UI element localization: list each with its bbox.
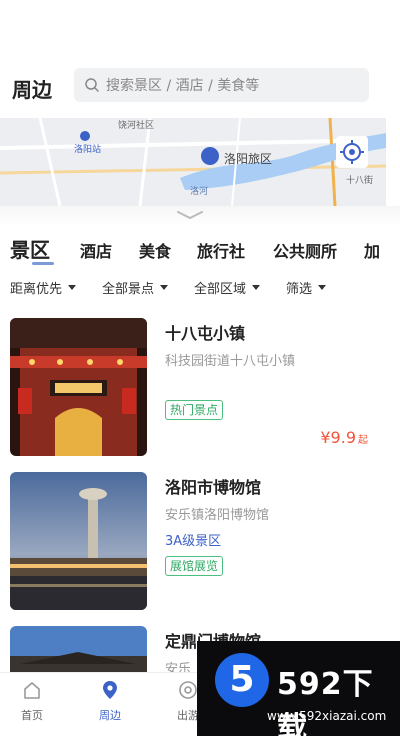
filter-area-label: 全部区域	[194, 282, 247, 297]
tab-travel-agency[interactable]: 旅行社	[197, 238, 245, 262]
filter-more[interactable]: 筛选	[286, 278, 327, 297]
location-icon	[103, 681, 117, 699]
map-label-district: 洛阳旅区	[224, 152, 273, 166]
item-title: 十八屯小镇	[165, 324, 246, 343]
tabbar-item-nearby[interactable]: 周边	[80, 679, 140, 723]
watermark-logo: 5 592下载 www.592xiazai.com	[197, 641, 400, 736]
page-title: 周边	[12, 78, 52, 102]
caret-down-icon	[68, 285, 77, 290]
item-tag: 热门景点	[165, 400, 224, 420]
map-label-road: 洛河	[190, 187, 209, 197]
map-label-station: 洛阳站	[74, 145, 102, 155]
map-label-community: 饶河社区	[118, 121, 155, 131]
search-input[interactable]: 搜索景区 / 酒店 / 美食等	[74, 68, 369, 102]
tab-more[interactable]: 加	[364, 238, 380, 262]
search-icon	[85, 78, 99, 92]
item-address: 科技园街道十八屯小镇	[165, 354, 296, 369]
item-price-suffix: 起	[358, 435, 368, 446]
item-price-value: ¥9.9	[320, 428, 356, 447]
tabbar-label: 周边	[99, 709, 121, 722]
filter-sort-label: 距离优先	[10, 282, 63, 297]
locate-icon	[340, 140, 364, 164]
item-price: ¥9.9 起	[320, 428, 368, 447]
item-tag: 展馆展览	[165, 556, 224, 576]
list-item[interactable]: 十八屯小镇 科技园街道十八屯小镇 热门景点 ¥9.9 起	[10, 318, 390, 458]
compass-icon	[179, 681, 197, 699]
tab-public-toilet[interactable]: 公共厕所	[273, 238, 337, 262]
search-placeholder: 搜索景区 / 酒店 / 美食等	[106, 78, 260, 94]
header: 周边 搜索景区 / 酒店 / 美食等	[0, 60, 400, 112]
thumbnail-image	[10, 472, 147, 610]
map-view[interactable]: 洛阳站 洛阳旅区 洛河 饶河社区 十八街	[0, 118, 386, 206]
filter-scenic[interactable]: 全部景点	[102, 278, 169, 297]
home-icon	[24, 682, 40, 699]
filter-sort[interactable]: 距离优先	[10, 278, 77, 297]
thumbnail-image	[10, 318, 147, 456]
watermark-url: www.592xiazai.com	[267, 709, 387, 723]
caret-down-icon	[318, 285, 327, 290]
caret-down-icon	[252, 285, 261, 290]
filter-scenic-label: 全部景点	[102, 282, 155, 297]
item-title: 洛阳市博物馆	[165, 478, 262, 497]
filter-bar: 距离优先 全部景点 全部区域 筛选	[0, 276, 400, 298]
caret-down-icon	[160, 285, 169, 290]
item-address: 安乐镇洛阳博物馆	[165, 508, 270, 523]
item-level: 3A级景区	[165, 534, 222, 549]
tab-hotel[interactable]: 酒店	[80, 238, 112, 262]
logo-badge: 5	[215, 653, 269, 707]
category-tabs: 景区 酒店 美食 旅行社 公共厕所 加	[0, 232, 400, 265]
watermark-brand: 592下载	[277, 667, 374, 736]
tab-scenic[interactable]: 景区	[10, 234, 54, 265]
tab-food[interactable]: 美食	[139, 238, 171, 262]
list-item[interactable]: 洛阳市博物馆 安乐镇洛阳博物馆 3A级景区 展馆展览	[10, 472, 390, 612]
locate-button[interactable]	[336, 136, 368, 168]
tabbar-label: 首页	[21, 709, 43, 722]
filter-area[interactable]: 全部区域	[194, 278, 261, 297]
chevron-down-icon[interactable]	[175, 210, 205, 220]
map-label-north: 十八街	[346, 176, 374, 186]
filter-more-label: 筛选	[286, 282, 313, 297]
tabbar-item-home[interactable]: 首页	[2, 679, 62, 723]
